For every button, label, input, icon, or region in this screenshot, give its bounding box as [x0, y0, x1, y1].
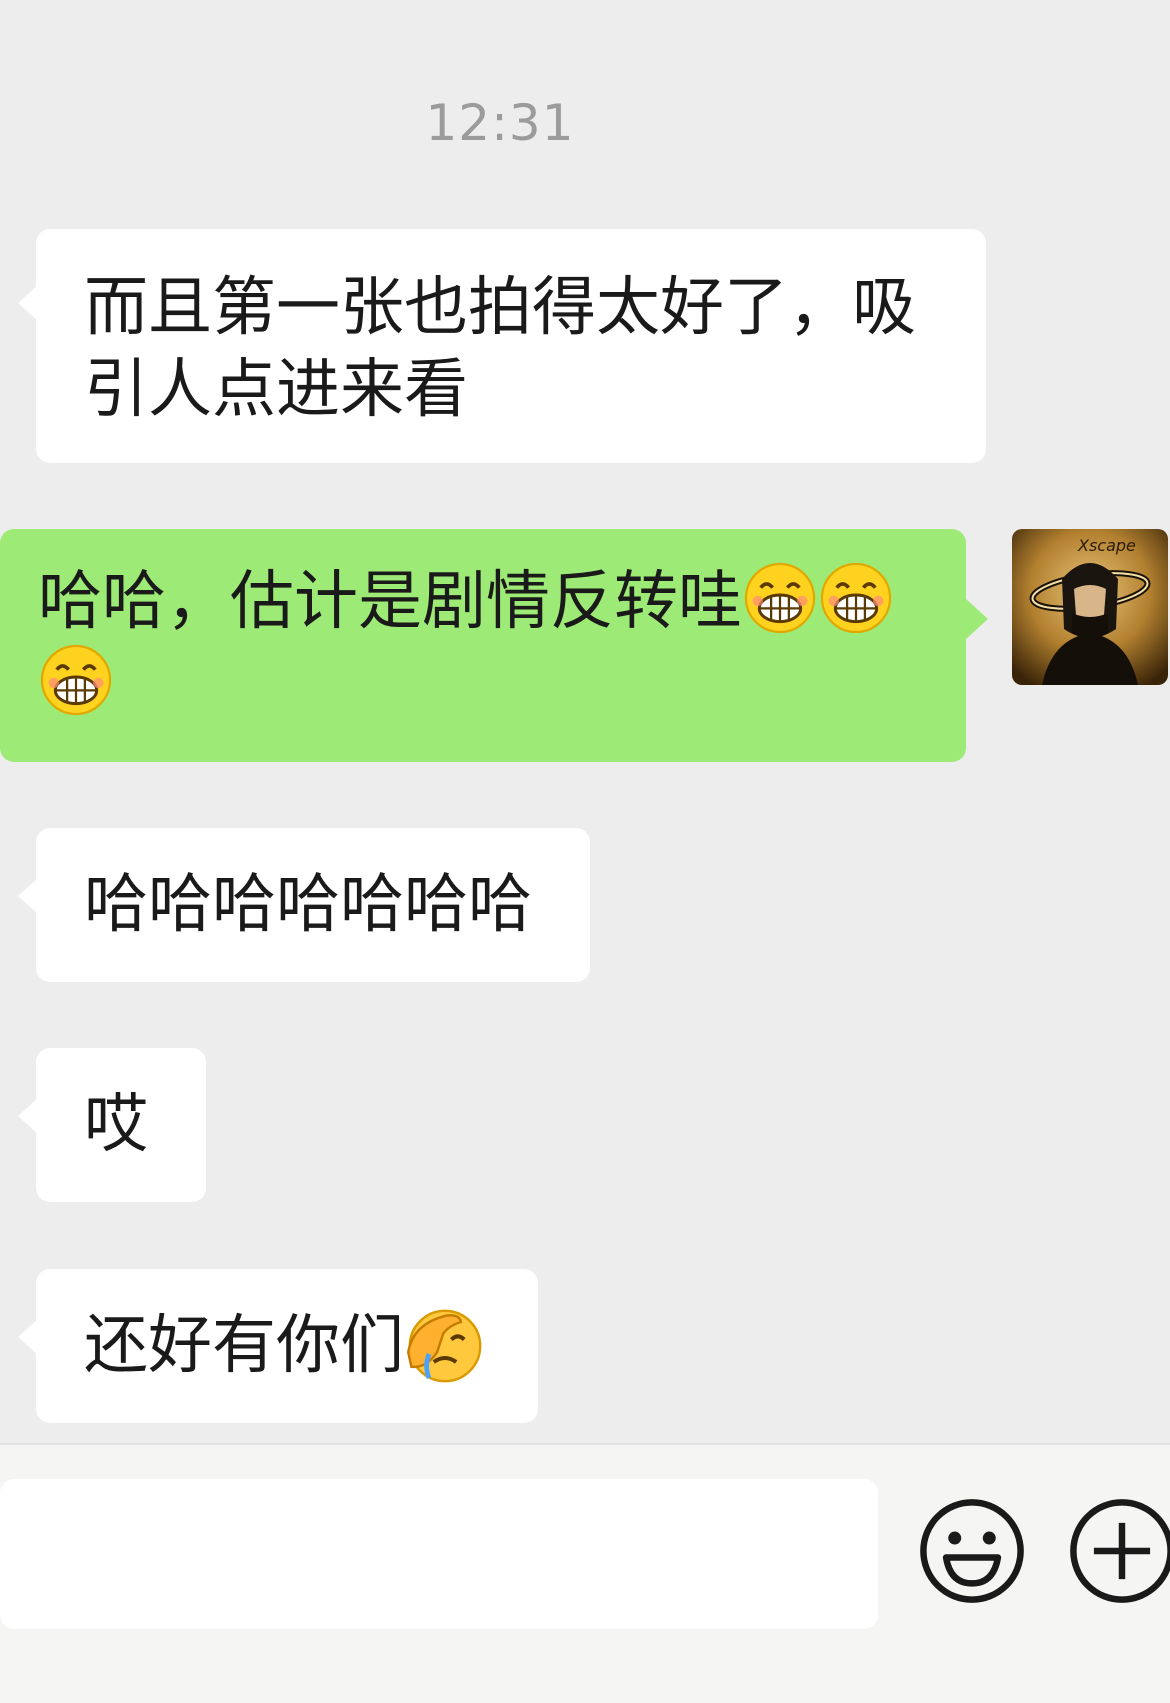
message-text: 哈哈哈哈哈哈哈 — [84, 868, 532, 942]
grinning-face-icon — [744, 562, 816, 634]
message-text: 哎 — [84, 1088, 148, 1162]
avatar-image: Xscape — [1012, 529, 1168, 685]
incoming-message-bubble[interactable]: 哎 — [18, 1048, 206, 1202]
incoming-message-bubble[interactable]: 还好有你们 — [18, 1269, 538, 1423]
user-avatar[interactable]: Xscape — [1012, 529, 1168, 685]
message-text-line: 而且第一张也拍得太好了，吸 — [84, 271, 916, 345]
input-bar — [0, 1443, 1170, 1703]
chat-timestamp: 12:31 — [425, 94, 575, 152]
smiley-face-icon[interactable] — [918, 1497, 1026, 1605]
grinning-face-icon — [820, 562, 892, 634]
grinning-face-icon — [40, 644, 112, 716]
outgoing-message-bubble[interactable]: 哈哈，估计是剧情反转哇 — [0, 529, 988, 762]
message-input[interactable] — [0, 1479, 878, 1629]
message-text: 还好有你们 — [84, 1309, 404, 1383]
avatar-signature: Xscape — [1077, 536, 1136, 555]
message-text: 哈哈，估计是剧情反转哇 — [38, 565, 742, 639]
plus-circle-icon[interactable] — [1068, 1497, 1170, 1605]
incoming-message-bubble[interactable]: 哈哈哈哈哈哈哈 — [18, 828, 590, 982]
message-text-line: 引人点进来看 — [84, 353, 468, 427]
incoming-message-bubble[interactable]: 而且第一张也拍得太好了，吸 引人点进来看 — [18, 229, 986, 463]
face-palm-icon — [406, 1309, 482, 1383]
